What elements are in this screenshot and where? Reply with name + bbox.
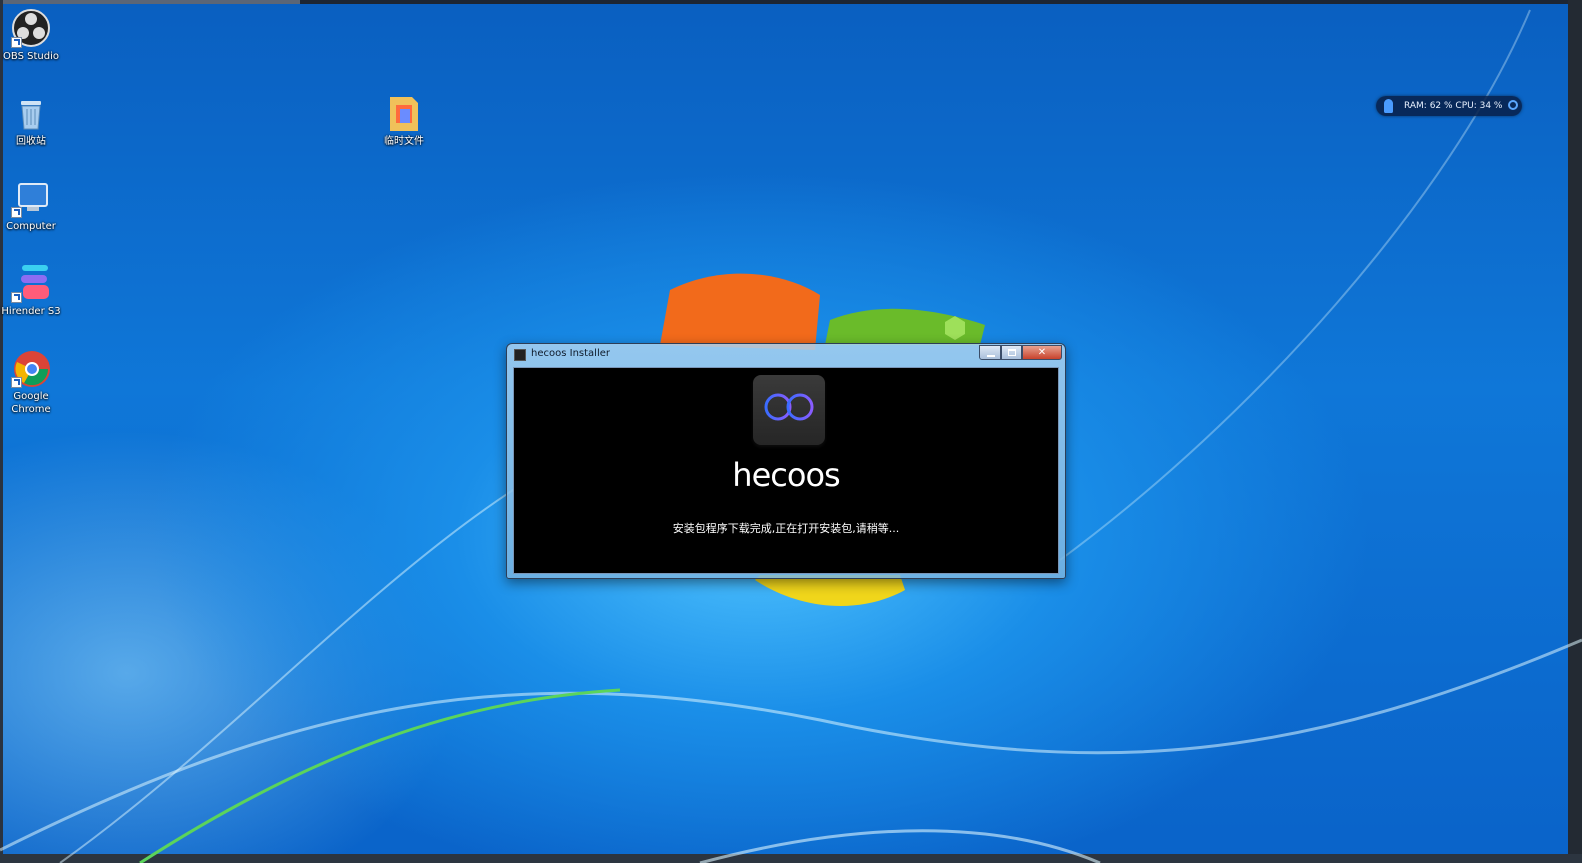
obs-icon	[11, 8, 51, 48]
desktop-icon-computer[interactable]: Computer	[0, 178, 62, 233]
maximize-button[interactable]	[1001, 345, 1022, 360]
maximize-icon	[1008, 349, 1016, 356]
desktop-icon-label: 临时文件	[384, 136, 424, 147]
close-icon: ✕	[1037, 347, 1047, 358]
resource-usage-text: RAM: 62 % CPU: 34 %	[1404, 101, 1503, 111]
desktop-icon-obs-studio[interactable]: OBS Studio	[0, 8, 62, 63]
desktop-icon-recycle-bin[interactable]: 回收站	[0, 93, 62, 148]
desktop-icon-label: Google Chrome	[11, 391, 51, 415]
system-monitor-widget[interactable]: RAM: 62 % CPU: 34 %	[1376, 96, 1522, 116]
close-button[interactable]: ✕	[1022, 345, 1062, 360]
minimize-button[interactable]	[979, 345, 1001, 360]
desktop-icon-temp-files[interactable]: 临时文件	[373, 93, 435, 148]
recycle-bin-icon	[11, 93, 51, 133]
hirender-icon	[11, 263, 51, 303]
brand-name: hecoos	[732, 456, 840, 494]
infinity-logo-icon	[764, 393, 814, 421]
hecoos-logo	[753, 375, 825, 445]
desktop-icon-label: Hirender S3	[1, 306, 61, 317]
window-title: hecoos Installer	[531, 348, 610, 359]
rocket-icon	[1384, 99, 1393, 113]
desktop-icon-hirender-s3[interactable]: Hirender S3	[0, 263, 62, 318]
minimize-icon	[987, 355, 995, 357]
desktop: OBS Studio 回收站 Computer Hirender S3 Goog…	[0, 0, 1582, 863]
status-message: 安装包程序下载完成,正在打开安装包,请稍等...	[672, 522, 900, 535]
title-bar[interactable]: hecoos Installer ✕	[507, 344, 1065, 366]
folder-icon	[384, 93, 424, 133]
computer-icon	[11, 178, 51, 218]
chrome-icon	[11, 348, 51, 388]
refresh-icon[interactable]	[1508, 100, 1518, 110]
desktop-icon-label: OBS Studio	[3, 51, 59, 62]
desktop-icon-google-chrome[interactable]: Google Chrome	[0, 348, 62, 416]
app-icon	[514, 349, 526, 361]
installer-window[interactable]: hecoos Installer ✕ hecoos 安装包程序下载完成,正在打开…	[506, 343, 1066, 579]
desktop-icon-label: 回收站	[16, 136, 46, 147]
desktop-icon-label: Computer	[6, 221, 56, 232]
installer-content: hecoos 安装包程序下载完成,正在打开安装包,请稍等...	[513, 367, 1059, 574]
